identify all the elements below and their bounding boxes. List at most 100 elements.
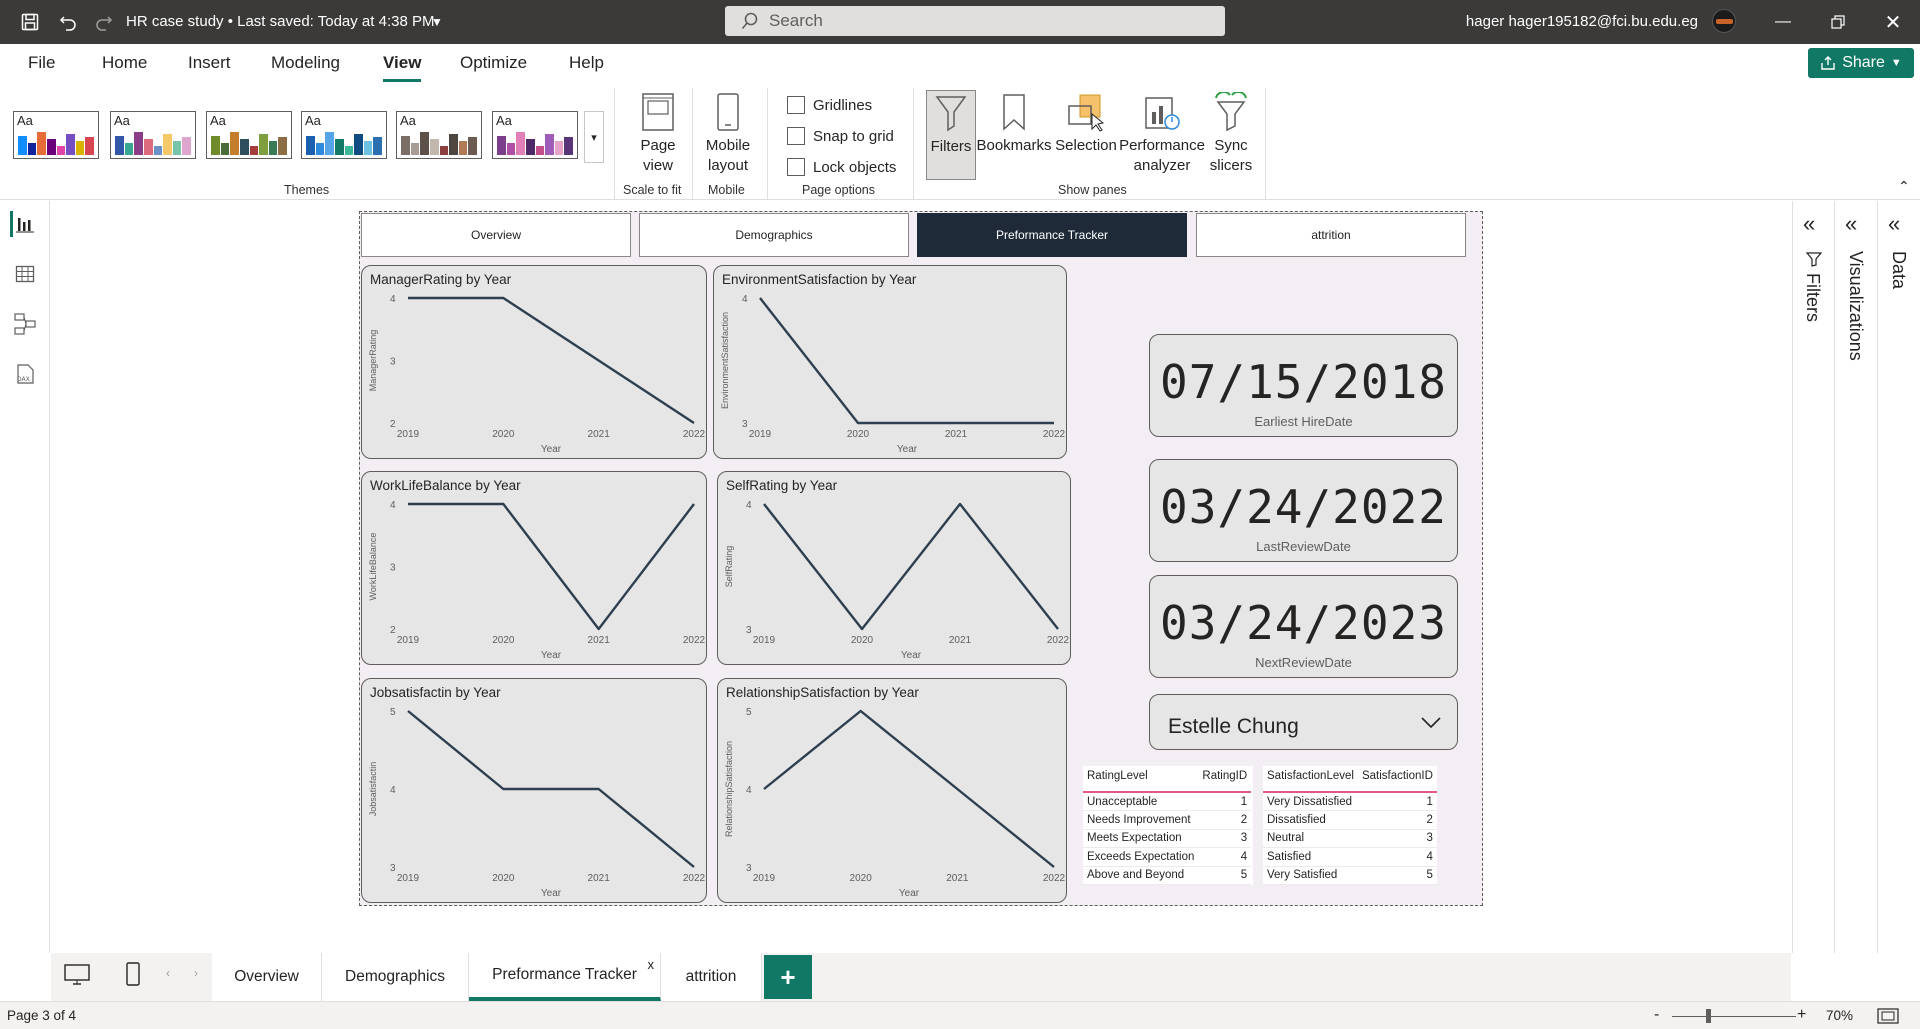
filters-pane-collapsed[interactable]: « Filters <box>1792 201 1834 953</box>
line-chart-worklifebalance[interactable]: WorkLifeBalance by Year 2 3 4 2019 2020 2021 20… <box>361 471 707 665</box>
x-tick-label: 2019 <box>397 429 420 440</box>
menu-insert[interactable]: Insert <box>188 53 231 73</box>
share-button[interactable]: Share ▼ <box>1808 48 1914 78</box>
report-view-icon[interactable] <box>10 211 36 237</box>
nav-button-demographics[interactable]: Demographics <box>639 213 909 257</box>
save-icon[interactable] <box>18 10 42 34</box>
scroll-tabs-right-icon[interactable]: › <box>194 966 198 980</box>
satisfaction-table: SatisfactionLevel SatisfactionID Very Diss… <box>1263 766 1437 885</box>
theme-swatch[interactable]: Aa <box>492 111 578 159</box>
column-header[interactable]: RatingLevel <box>1083 766 1199 793</box>
y-tick-label: 4 <box>746 785 752 796</box>
filters-pane-button[interactable]: Filters <box>926 90 976 180</box>
line-chart-managerrating[interactable]: ManagerRating by Year 2 3 4 2019 2020 2021 2022… <box>361 265 707 459</box>
themes-expand-icon[interactable]: ▾ <box>584 111 604 163</box>
scroll-tabs-left-icon[interactable]: ‹ <box>166 966 170 980</box>
dax-query-view-icon[interactable]: DAX <box>12 361 38 387</box>
y-tick-label: 4 <box>390 500 396 511</box>
lock-objects-checkbox[interactable]: Lock objects <box>787 158 896 176</box>
title-dropdown-icon[interactable]: ▼ <box>425 10 449 34</box>
expand-visualizations-icon[interactable]: « <box>1845 211 1857 237</box>
ribbon: Aa Aa Aa Aa Aa Aa ▾ Themes Page view Scale to… <box>0 88 1920 200</box>
undo-icon[interactable] <box>56 10 80 34</box>
model-view-icon[interactable] <box>12 311 38 337</box>
line-chart-relationshipsatisfaction[interactable]: RelationshipSatisfaction by Year 3 4 5 2019 2… <box>717 678 1067 903</box>
search-placeholder: Search <box>769 11 823 30</box>
redo-icon[interactable] <box>92 10 116 34</box>
mobile-layout-icon[interactable] <box>126 962 140 991</box>
expand-filters-icon[interactable]: « <box>1803 211 1815 237</box>
theme-sample-text: Aa <box>114 113 130 128</box>
theme-swatch[interactable]: Aa <box>301 111 387 159</box>
user-account[interactable]: hager hager195182@fci.bu.edu.eg <box>1466 13 1698 30</box>
theme-swatch[interactable]: Aa <box>206 111 292 159</box>
mobile-layout-button[interactable]: Mobile layout <box>702 92 754 176</box>
menu-bar: File Home Insert Modeling View Optimize … <box>0 44 1920 88</box>
menu-optimize[interactable]: Optimize <box>460 53 527 73</box>
menu-home[interactable]: Home <box>102 53 147 73</box>
series-line <box>763 502 1059 631</box>
desktop-layout-icon[interactable] <box>64 963 90 992</box>
data-pane-label: Data <box>1889 251 1909 290</box>
series-line <box>763 709 1055 868</box>
y-tick-label: 3 <box>746 625 752 636</box>
zoom-out-icon[interactable]: - <box>1654 1006 1659 1024</box>
expand-data-icon[interactable]: « <box>1888 211 1900 237</box>
theme-swatch[interactable]: Aa <box>396 111 482 159</box>
visualizations-pane-collapsed[interactable]: « Visualizations <box>1834 201 1877 953</box>
avatar[interactable] <box>1712 9 1736 33</box>
selection-pane-button[interactable]: Selection <box>1053 92 1119 156</box>
slicer-selected-value: Estelle Chung <box>1168 715 1299 738</box>
nav-button-overview[interactable]: Overview <box>361 213 631 257</box>
search-input[interactable]: Search <box>725 6 1225 36</box>
data-pane-collapsed[interactable]: « Data <box>1877 201 1920 953</box>
document-title[interactable]: HR case study • Last saved: Today at 4:3… <box>126 13 434 30</box>
theme-swatch[interactable]: Aa <box>13 111 99 159</box>
page-view-button[interactable]: Page view <box>628 92 688 176</box>
line-chart-jobsatisfactin[interactable]: Jobsatisfactin by Year 3 4 5 2019 2020 2021 202… <box>361 678 707 903</box>
page-tab-overview[interactable]: Overview <box>212 953 322 1001</box>
x-tick-label: 2021 <box>945 429 968 440</box>
table-row: Needs Improvement 2 <box>1083 810 1252 830</box>
close-tab-icon[interactable]: x <box>648 957 655 972</box>
theme-color-bars <box>115 129 191 155</box>
nav-button-attrition[interactable]: attrition <box>1196 213 1466 257</box>
gridlines-label: Gridlines <box>813 96 873 114</box>
page-tab-attrition[interactable]: attrition <box>661 953 762 1001</box>
column-header[interactable]: SatisfactionID <box>1357 766 1437 793</box>
theme-swatch[interactable]: Aa <box>110 111 196 159</box>
y-tick-label: 5 <box>746 707 752 718</box>
table-view-icon[interactable] <box>12 261 38 287</box>
sync-slicers-button[interactable]: Sync slicers <box>1205 92 1257 176</box>
line-chart-environmentsatisfaction[interactable]: EnvironmentSatisfaction by Year 3 4 2019 202… <box>713 265 1067 459</box>
snap-to-grid-checkbox[interactable]: Snap to grid <box>787 127 894 145</box>
kpi-card-earliest-hire-date[interactable]: 07/15/2018 Earliest HireDate <box>1149 334 1458 437</box>
menu-view[interactable]: View <box>383 53 422 82</box>
column-header[interactable]: SatisfactionLevel <box>1263 766 1358 793</box>
performance-analyzer-button[interactable]: Performance analyzer <box>1117 92 1207 176</box>
restore-icon[interactable] <box>1815 0 1861 44</box>
add-page-button[interactable]: + <box>764 955 812 999</box>
zoom-in-icon[interactable]: + <box>1797 1006 1806 1024</box>
gridlines-checkbox[interactable]: Gridlines <box>787 96 872 114</box>
column-header[interactable]: RatingID <box>1198 766 1252 793</box>
kpi-card-next-review-date[interactable]: 03/24/2023 NextReviewDate <box>1149 575 1458 678</box>
fit-to-page-icon[interactable] <box>1877 1008 1899 1027</box>
menu-help[interactable]: Help <box>569 53 604 73</box>
collapse-ribbon-icon[interactable]: ⌃ <box>1898 178 1910 195</box>
kpi-card-last-review-date[interactable]: 03/24/2022 LastReviewDate <box>1149 459 1458 562</box>
page-tab-demographics[interactable]: Demographics <box>322 953 469 1001</box>
line-chart-selfrating[interactable]: SelfRating by Year 3 4 2019 2020 2021 2022 Year… <box>717 471 1071 665</box>
table-row: Meets Expectation 3 <box>1083 829 1252 848</box>
page-tab-performance-tracker[interactable]: Preformance Tracker x <box>469 953 661 1001</box>
employee-slicer-dropdown[interactable]: Estelle Chung <box>1149 694 1458 750</box>
menu-modeling[interactable]: Modeling <box>271 53 340 73</box>
nav-button-performance-tracker[interactable]: Preformance Tracker <box>917 213 1187 257</box>
zoom-slider-thumb[interactable] <box>1706 1009 1711 1023</box>
bookmarks-pane-button[interactable]: Bookmarks <box>976 92 1052 156</box>
menu-file[interactable]: File <box>28 53 55 73</box>
y-axis-title: SelfRating <box>724 546 734 588</box>
zoom-slider[interactable] <box>1672 1016 1796 1017</box>
minimize-icon[interactable]: — <box>1760 0 1806 44</box>
close-icon[interactable]: ✕ <box>1870 0 1916 44</box>
